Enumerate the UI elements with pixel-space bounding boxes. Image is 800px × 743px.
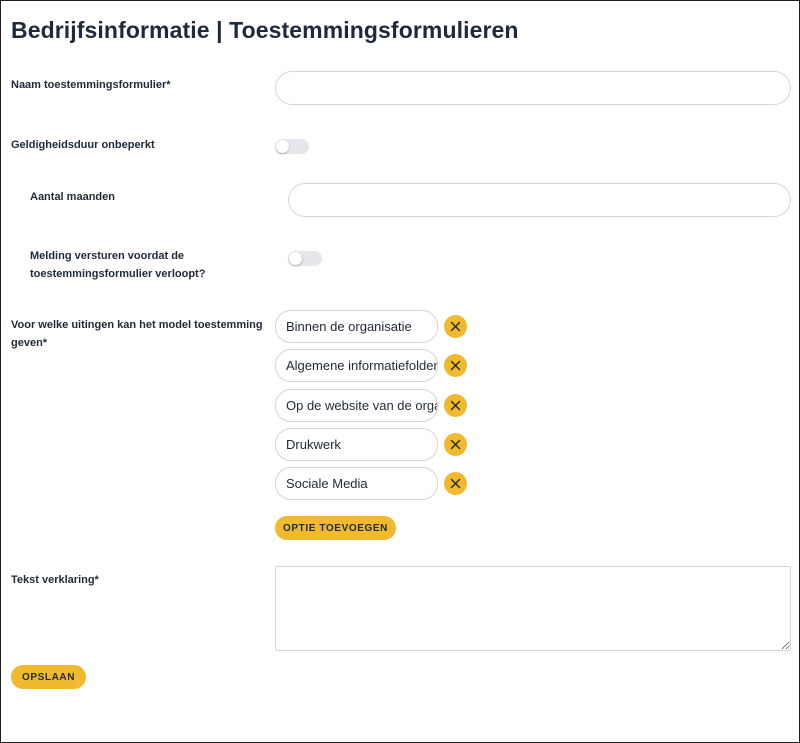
toggle-knob: [289, 252, 302, 265]
option-input-2[interactable]: [275, 349, 438, 382]
declaration-label: Tekst verklaring*: [11, 574, 99, 586]
remove-option-button-3[interactable]: [444, 394, 467, 417]
unlimited-label: Geldigheidsduur onbeperkt: [11, 139, 155, 151]
close-icon: [450, 400, 461, 411]
close-icon: [450, 478, 461, 489]
option-input-1[interactable]: [275, 310, 438, 343]
notify-label: Melding versturen voordat de toestemming…: [30, 247, 205, 283]
remove-option-button-2[interactable]: [444, 354, 467, 377]
close-icon: [450, 439, 461, 450]
save-button[interactable]: OPSLAAN: [11, 665, 86, 689]
name-label: Naam toestemmingsformulier*: [11, 79, 171, 91]
notify-toggle[interactable]: [288, 251, 322, 266]
close-icon: [450, 321, 461, 332]
declaration-textarea[interactable]: [275, 566, 791, 651]
page-title: Bedrijfsinformatie | Toestemmingsformuli…: [11, 17, 519, 43]
remove-option-button-4[interactable]: [444, 433, 467, 456]
toggle-knob: [276, 140, 289, 153]
remove-option-button-1[interactable]: [444, 315, 467, 338]
months-input[interactable]: [288, 183, 791, 217]
name-input[interactable]: [275, 71, 791, 105]
usage-label: Voor welke uitingen kan het model toeste…: [11, 316, 263, 352]
months-label: Aantal maanden: [30, 191, 115, 203]
usage-label-line2: geven*: [11, 337, 48, 349]
option-input-5[interactable]: [275, 467, 438, 500]
unlimited-toggle[interactable]: [275, 139, 309, 154]
notify-label-line2: toestemmingsformulier verloopt?: [30, 268, 206, 280]
option-input-3[interactable]: [275, 389, 438, 422]
add-option-button[interactable]: OPTIE TOEVOEGEN: [275, 516, 396, 540]
notify-label-line1: Melding versturen voordat de: [30, 250, 185, 262]
option-input-4[interactable]: [275, 428, 438, 461]
close-icon: [450, 360, 461, 371]
usage-label-line1: Voor welke uitingen kan het model toeste…: [11, 319, 263, 331]
remove-option-button-5[interactable]: [444, 472, 467, 495]
